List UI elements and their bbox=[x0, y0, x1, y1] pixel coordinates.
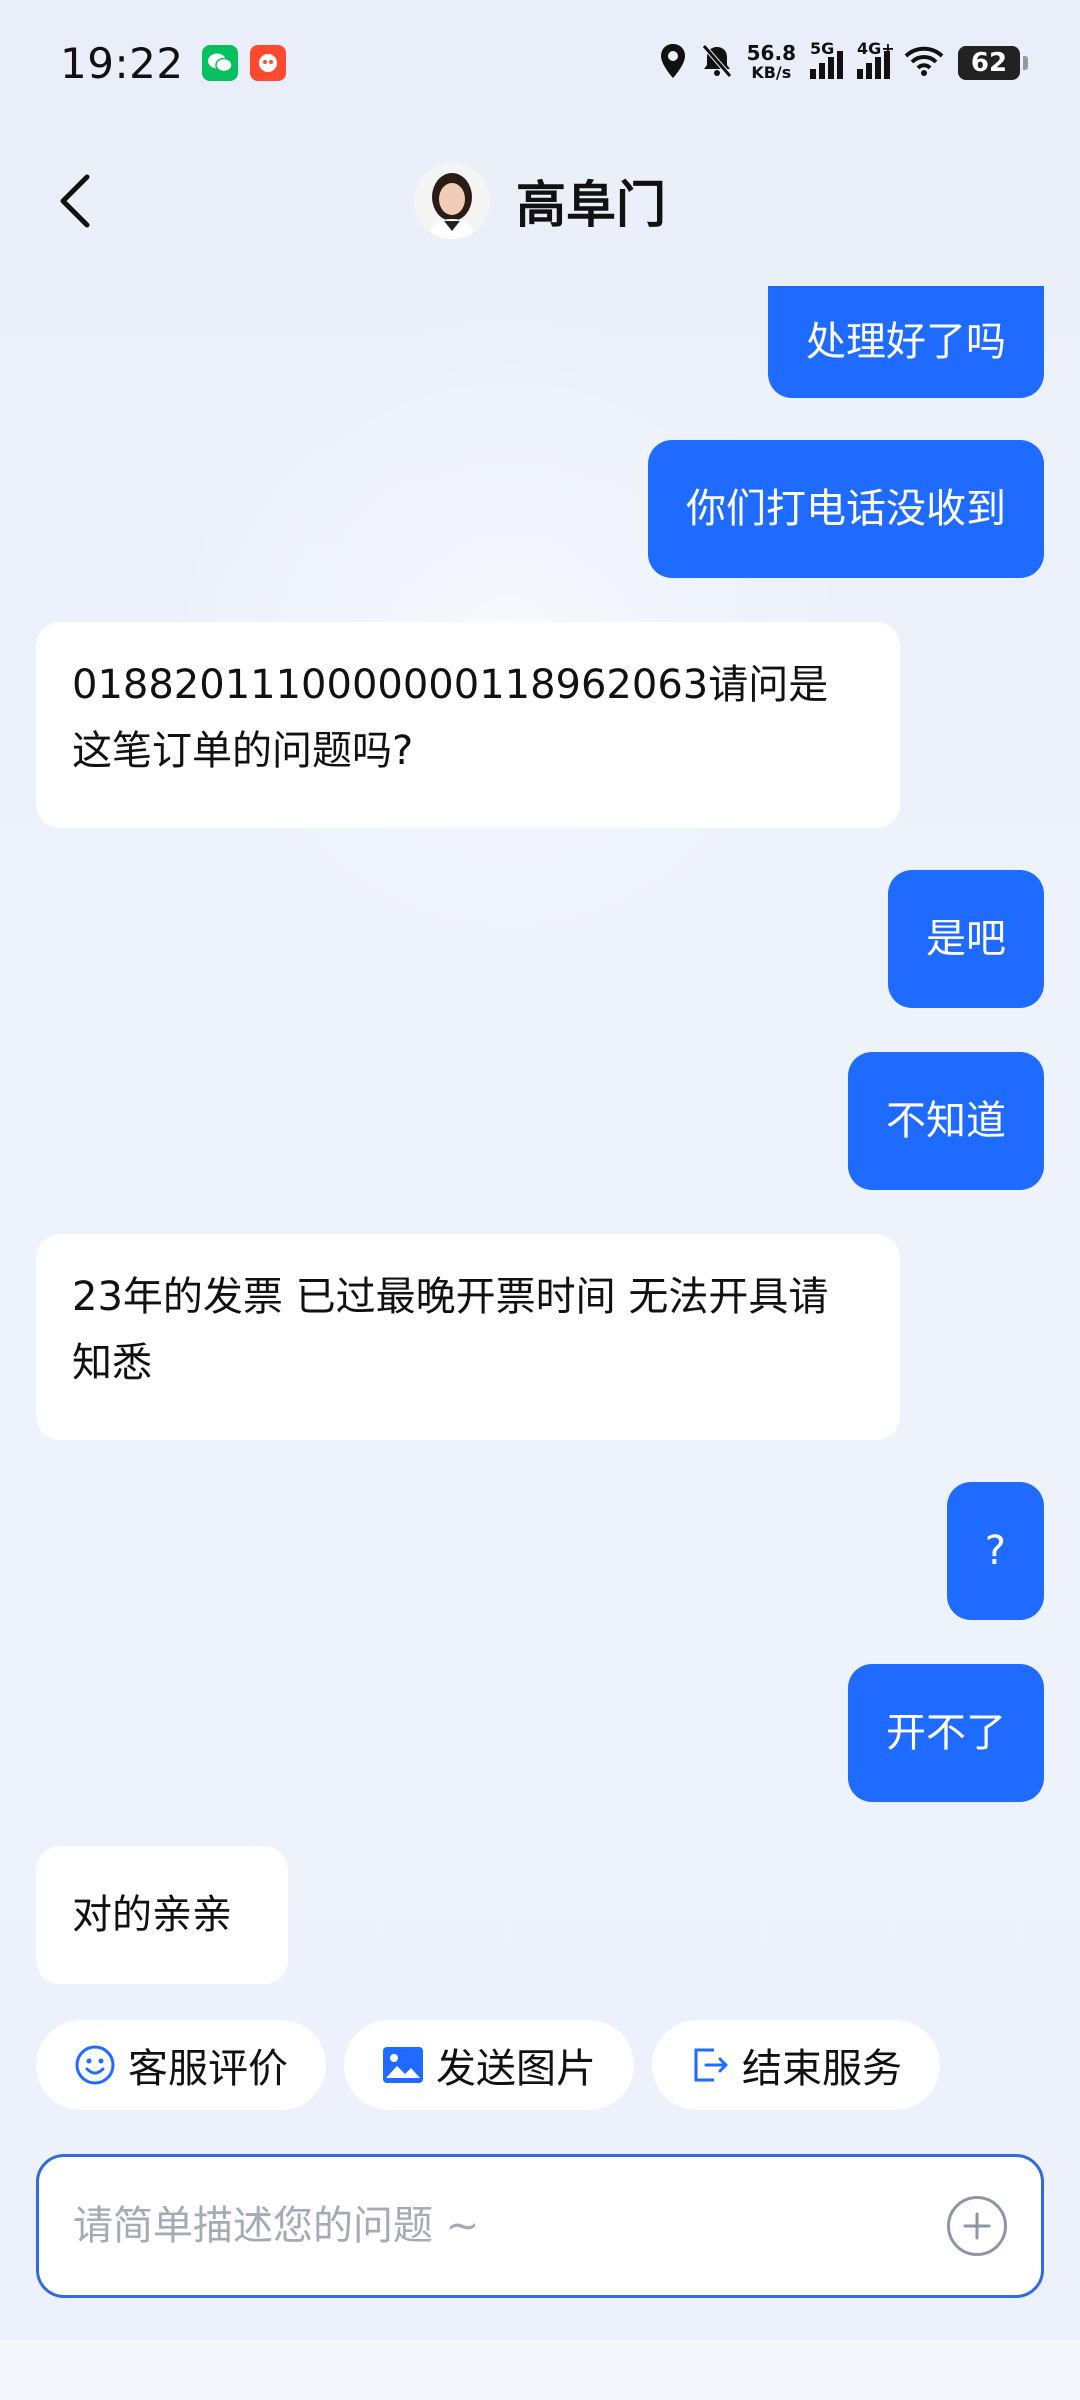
exit-icon bbox=[694, 2048, 728, 2082]
taobao-notification-icon bbox=[249, 45, 286, 81]
network-speed-value: 56.8 bbox=[746, 41, 796, 65]
page-title: 高阜门 bbox=[516, 176, 666, 234]
rate-service-button[interactable]: 客服评价 bbox=[36, 2020, 326, 2110]
status-indicators: 56.8 KB/s 5G 4G+ 62 bbox=[659, 39, 1028, 83]
sim2-label: 4G+ bbox=[857, 39, 895, 58]
message-text: 不知道 bbox=[886, 1098, 1006, 1144]
chevron-left-icon bbox=[60, 174, 90, 228]
message-input-box bbox=[36, 2154, 1044, 2298]
bottom-safe-area bbox=[0, 2340, 1080, 2400]
message-text: ? bbox=[984, 1528, 1006, 1574]
status-time: 19:22 bbox=[60, 38, 184, 88]
message-incoming[interactable]: 23年的发票 已过最晚开票时间 无法开具请知悉 bbox=[36, 1234, 900, 1440]
back-button[interactable] bbox=[40, 166, 110, 236]
network-speed-unit: KB/s bbox=[751, 63, 792, 82]
agent-avatar[interactable] bbox=[414, 163, 490, 239]
sim2-signal-icon: 4G+ bbox=[857, 39, 895, 79]
message-input[interactable] bbox=[73, 2203, 947, 2249]
send-image-label: 发送图片 bbox=[436, 2046, 596, 2092]
message-list[interactable]: 处理好了吗 你们打电话没收到 0188201110000000118962063… bbox=[0, 286, 1080, 1986]
sim1-label: 5G bbox=[810, 39, 835, 58]
message-text: 开不了 bbox=[886, 1710, 1006, 1756]
sim1-signal-icon: 5G bbox=[810, 39, 843, 79]
location-icon bbox=[659, 43, 687, 83]
battery-icon: 62 bbox=[958, 46, 1028, 80]
message-incoming[interactable]: 0188201110000000118962063请问是这笔订单的问题吗? bbox=[36, 622, 900, 828]
image-icon bbox=[383, 2047, 423, 2083]
message-outgoing[interactable]: ? bbox=[946, 1482, 1044, 1620]
wifi-icon bbox=[904, 46, 944, 80]
chat-title-group: 高阜门 bbox=[414, 163, 666, 239]
message-outgoing[interactable]: 你们打电话没收到 bbox=[648, 440, 1044, 578]
plus-icon bbox=[963, 2212, 991, 2240]
status-bar: 19:22 56.8 KB/s 5G 4G+ 62 bbox=[0, 0, 1080, 126]
smile-icon bbox=[75, 2045, 115, 2085]
send-image-button[interactable]: 发送图片 bbox=[344, 2020, 634, 2110]
mute-bell-icon bbox=[701, 44, 733, 82]
message-text: 0188201110000000118962063请问是这笔订单的问题吗? bbox=[72, 662, 829, 774]
battery-level: 62 bbox=[970, 48, 1008, 78]
message-text: 对的亲亲 bbox=[72, 1892, 232, 1938]
end-service-label: 结束服务 bbox=[742, 2046, 902, 2092]
quick-actions-bar: 客服评价 发送图片 结束服务 bbox=[36, 2020, 940, 2110]
message-incoming[interactable]: 对的亲亲 bbox=[36, 1846, 288, 1984]
chat-header: 高阜门 bbox=[0, 126, 1080, 276]
message-text: 你们打电话没收到 bbox=[686, 486, 1006, 532]
message-text: 23年的发票 已过最晚开票时间 无法开具请知悉 bbox=[72, 1274, 829, 1386]
message-outgoing[interactable]: 开不了 bbox=[848, 1664, 1044, 1802]
wechat-notification-icon bbox=[201, 45, 238, 81]
message-outgoing[interactable]: 处理好了吗 bbox=[768, 286, 1044, 398]
rate-service-label: 客服评价 bbox=[128, 2046, 288, 2092]
message-text: 是吧 bbox=[926, 916, 1006, 962]
message-text: 处理好了吗 bbox=[806, 319, 1006, 365]
message-outgoing[interactable]: 是吧 bbox=[888, 870, 1044, 1008]
more-button[interactable] bbox=[947, 2196, 1007, 2256]
network-speed: 56.8 KB/s bbox=[747, 43, 796, 83]
message-outgoing[interactable]: 不知道 bbox=[848, 1052, 1044, 1190]
end-service-button[interactable]: 结束服务 bbox=[652, 2020, 940, 2110]
